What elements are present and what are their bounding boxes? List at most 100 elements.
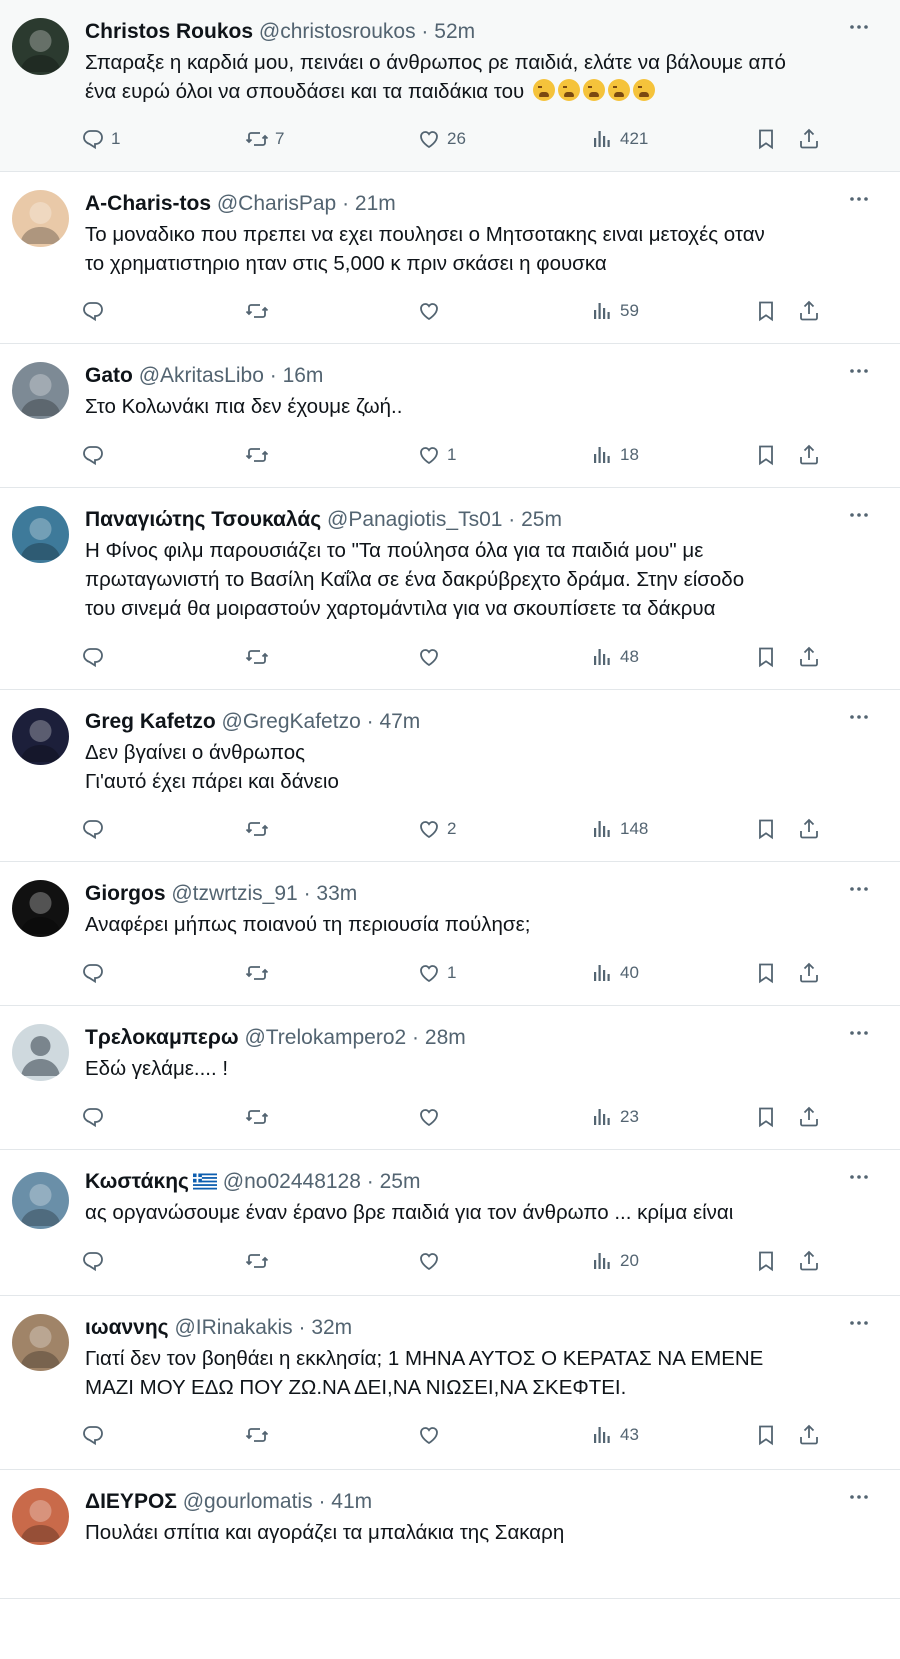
avatar[interactable] xyxy=(12,708,69,765)
avatar[interactable] xyxy=(12,1024,69,1081)
more-options-icon[interactable] xyxy=(842,1308,876,1338)
author-name[interactable]: Παναγιώτης Τσουκαλάς xyxy=(85,508,321,531)
timestamp[interactable]: 25m xyxy=(521,508,562,531)
avatar[interactable] xyxy=(12,1488,69,1545)
retweet-button[interactable] xyxy=(245,956,275,990)
like-button[interactable]: 26 xyxy=(417,122,466,156)
more-options-icon[interactable] xyxy=(842,12,876,42)
share-button[interactable] xyxy=(797,956,821,990)
reply-button[interactable] xyxy=(81,294,111,328)
tweet[interactable]: Τρελοκαμπερω @Trelokampero2 · 28m Εδώ γελ… xyxy=(0,1006,900,1150)
like-button[interactable] xyxy=(417,640,447,674)
more-options-icon[interactable] xyxy=(842,1162,876,1192)
avatar[interactable] xyxy=(12,506,69,563)
retweet-button[interactable] xyxy=(245,812,275,846)
author-name[interactable]: Gato xyxy=(85,364,133,387)
reply-button[interactable] xyxy=(81,956,111,990)
like-button[interactable] xyxy=(417,1418,447,1452)
author-handle[interactable]: @tzwrtzis_91 xyxy=(171,882,297,905)
bookmark-button[interactable] xyxy=(754,1418,778,1452)
reply-button[interactable] xyxy=(81,812,111,846)
author-name[interactable]: ΔΙΕΥΡΟΣ xyxy=(85,1490,177,1513)
author-name[interactable]: Κωστάκης xyxy=(85,1170,189,1193)
more-options-icon[interactable] xyxy=(842,1482,876,1512)
more-options-icon[interactable] xyxy=(842,184,876,214)
like-button[interactable] xyxy=(417,1244,447,1278)
like-button[interactable] xyxy=(417,1100,447,1134)
share-button[interactable] xyxy=(797,294,821,328)
author-handle[interactable]: @AkritasLibo xyxy=(139,364,264,387)
retweet-button[interactable] xyxy=(245,1244,275,1278)
bookmark-button[interactable] xyxy=(754,640,778,674)
like-button[interactable]: 1 xyxy=(417,438,456,472)
author-handle[interactable]: @gourlomatis xyxy=(183,1490,313,1513)
tweet[interactable]: Giorgos @tzwrtzis_91 · 33m Αναφέρει μήπως… xyxy=(0,862,900,1006)
share-button[interactable] xyxy=(797,1244,821,1278)
avatar[interactable] xyxy=(12,190,69,247)
timestamp[interactable]: 25m xyxy=(380,1170,421,1193)
reply-button[interactable]: 1 xyxy=(81,122,120,156)
bookmark-button[interactable] xyxy=(754,122,778,156)
timestamp[interactable]: 47m xyxy=(379,710,420,733)
views-button[interactable]: 23 xyxy=(590,1100,639,1134)
share-button[interactable] xyxy=(797,640,821,674)
like-button[interactable] xyxy=(417,294,447,328)
retweet-button[interactable] xyxy=(245,294,275,328)
tweet[interactable]: Gato @AkritasLibo · 16m Στο Κολωνάκι πια … xyxy=(0,344,900,488)
timestamp[interactable]: 41m xyxy=(331,1490,372,1513)
bookmark-button[interactable] xyxy=(754,1100,778,1134)
timestamp[interactable]: 33m xyxy=(316,882,357,905)
avatar[interactable] xyxy=(12,1314,69,1371)
author-handle[interactable]: @Panagiotis_Ts01 xyxy=(327,508,502,531)
views-button[interactable]: 18 xyxy=(590,438,639,472)
bookmark-button[interactable] xyxy=(754,812,778,846)
avatar[interactable] xyxy=(12,880,69,937)
bookmark-button[interactable] xyxy=(754,1244,778,1278)
reply-button[interactable] xyxy=(81,438,111,472)
views-button[interactable]: 48 xyxy=(590,640,639,674)
avatar[interactable] xyxy=(12,1172,69,1229)
share-button[interactable] xyxy=(797,438,821,472)
author-name[interactable]: A-Charis-tos xyxy=(85,192,211,215)
bookmark-button[interactable] xyxy=(754,438,778,472)
author-handle[interactable]: @GregKafetzo xyxy=(222,710,361,733)
bookmark-button[interactable] xyxy=(754,956,778,990)
share-button[interactable] xyxy=(797,1418,821,1452)
views-button[interactable]: 59 xyxy=(590,294,639,328)
timestamp[interactable]: 32m xyxy=(311,1316,352,1339)
timestamp[interactable]: 21m xyxy=(355,192,396,215)
views-button[interactable]: 20 xyxy=(590,1244,639,1278)
timestamp[interactable]: 52m xyxy=(434,20,475,43)
retweet-button[interactable] xyxy=(245,438,275,472)
timestamp[interactable]: 28m xyxy=(425,1026,466,1049)
share-button[interactable] xyxy=(797,122,821,156)
views-button[interactable]: 40 xyxy=(590,956,639,990)
reply-button[interactable] xyxy=(81,1244,111,1278)
reply-button[interactable] xyxy=(81,1100,111,1134)
author-handle[interactable]: @no02448128 xyxy=(223,1170,361,1193)
tweet[interactable]: ΔΙΕΥΡΟΣ @gourlomatis · 41m Πουλάει σπίτια… xyxy=(0,1470,900,1599)
tweet[interactable]: Κωστάκης @no02448128 · 25m ας οργανώσουμε… xyxy=(0,1150,900,1296)
reply-button[interactable] xyxy=(81,640,111,674)
avatar[interactable] xyxy=(12,18,69,75)
tweet[interactable]: ιωαννης @IRinakakis · 32m Γιατί δεν τον β… xyxy=(0,1296,900,1470)
retweet-button[interactable] xyxy=(245,640,275,674)
reply-button[interactable] xyxy=(81,1418,111,1452)
author-handle[interactable]: @IRinakakis xyxy=(174,1316,292,1339)
more-options-icon[interactable] xyxy=(842,500,876,530)
more-options-icon[interactable] xyxy=(842,1018,876,1048)
author-handle[interactable]: @Trelokampero2 xyxy=(244,1026,406,1049)
tweet[interactable]: A-Charis-tos @CharisPap · 21m Το μοναδικο… xyxy=(0,172,900,344)
avatar[interactable] xyxy=(12,362,69,419)
author-handle[interactable]: @CharisPap xyxy=(217,192,336,215)
more-options-icon[interactable] xyxy=(842,874,876,904)
tweet[interactable]: Παναγιώτης Τσουκαλάς @Panagiotis_Ts01 · … xyxy=(0,488,900,690)
retweet-button[interactable]: 7 xyxy=(245,122,284,156)
views-button[interactable]: 148 xyxy=(590,812,648,846)
author-name[interactable]: Giorgos xyxy=(85,882,166,905)
share-button[interactable] xyxy=(797,812,821,846)
retweet-button[interactable] xyxy=(245,1100,275,1134)
views-button[interactable]: 421 xyxy=(590,122,648,156)
share-button[interactable] xyxy=(797,1100,821,1134)
author-name[interactable]: Greg Kafetzo xyxy=(85,710,216,733)
